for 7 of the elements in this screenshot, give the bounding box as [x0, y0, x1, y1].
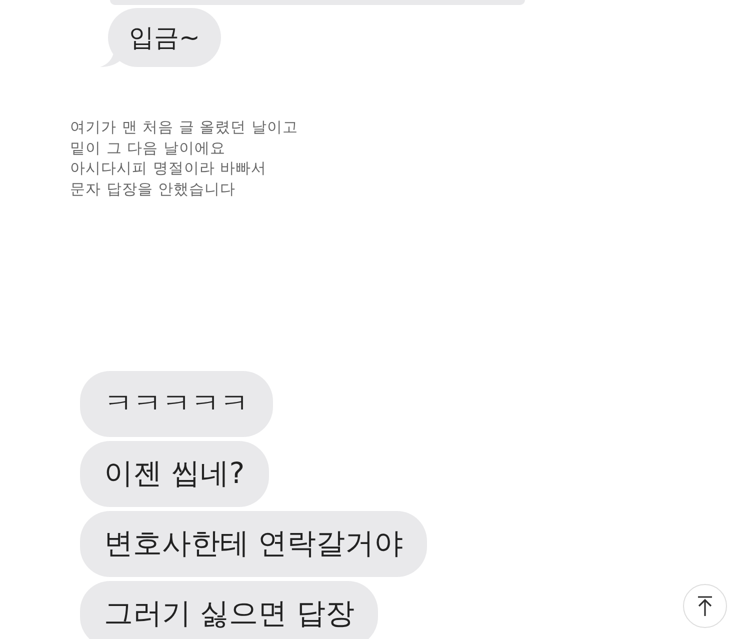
post-text: 여기가 맨 처음 글 올렸던 날이고 밑이 그 다음 날이에요 아시다시피 명절이라 바빠서 문자 답장을 안했습니다	[70, 117, 299, 199]
chat-bubble: 변호사한테 연락갈거야	[80, 511, 428, 577]
chat-bubble: ㅋㅋㅋㅋㅋ	[80, 371, 273, 437]
arrow-up-icon	[695, 595, 715, 617]
scroll-to-top-button[interactable]	[683, 584, 727, 628]
chat-bubble: 이젠 씹네?	[80, 441, 269, 507]
chat-bubble: 그러기 싫으면 답장	[80, 581, 378, 639]
